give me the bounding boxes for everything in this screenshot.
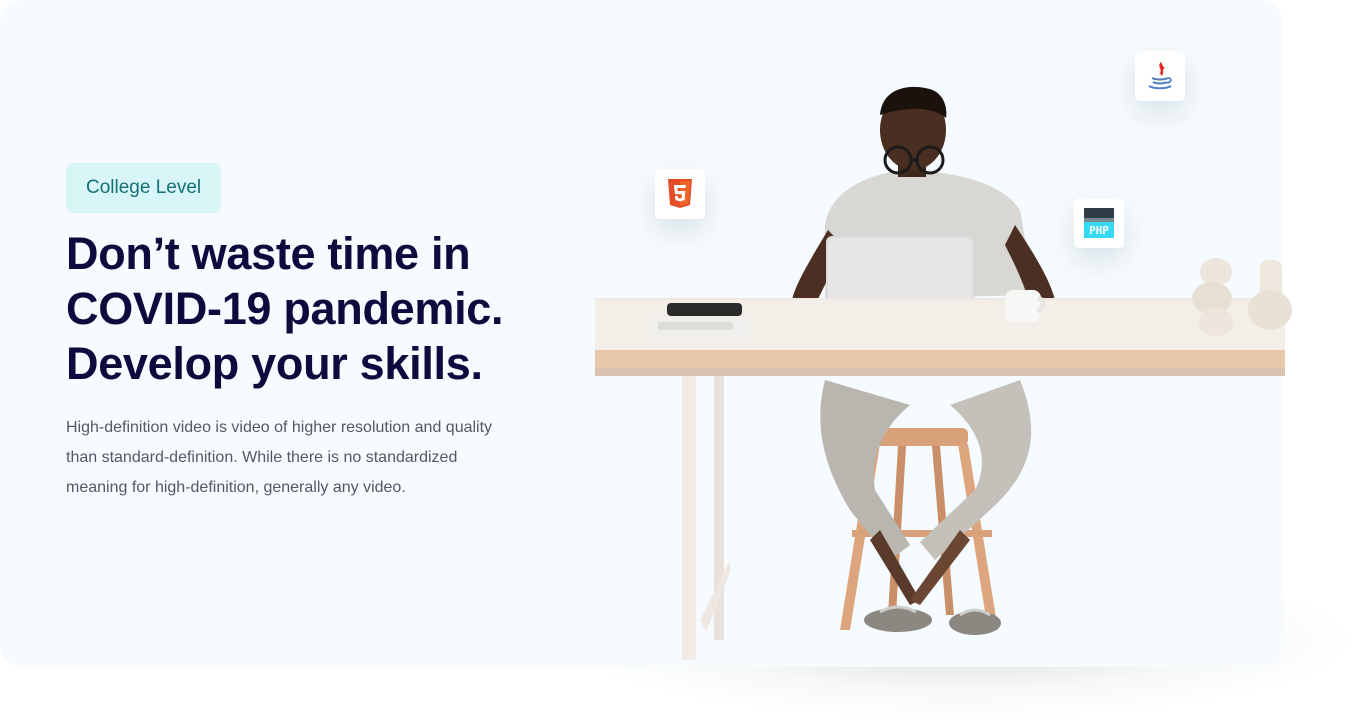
html5-card — [655, 169, 705, 219]
description-line: meaning for high-definition, generally a… — [66, 479, 406, 496]
hero-title-line: COVID-19 pandemic. — [66, 283, 504, 334]
description-line: than standard-definition. While there is… — [66, 449, 458, 466]
html5-icon — [668, 179, 692, 208]
hero-title-line: Don’t waste time in — [66, 228, 471, 279]
smartphone — [667, 303, 742, 316]
svg-text:PHP: PHP — [1089, 224, 1109, 237]
vase — [1200, 258, 1232, 286]
coffee-mug — [1005, 290, 1041, 322]
hero-description: High-definition video is video of higher… — [66, 413, 546, 503]
hero-title: Don’t waste time in COVID-19 pandemic. D… — [66, 226, 586, 391]
java-icon — [1148, 62, 1172, 90]
php-icon: PHP — [1084, 208, 1114, 238]
java-card — [1135, 51, 1185, 101]
student-at-desk-illustration — [595, 86, 1292, 660]
php-card: PHP — [1074, 198, 1124, 248]
level-badge: College Level — [66, 163, 222, 213]
description-line: High-definition video is video of higher… — [66, 419, 493, 436]
hero-title-line: Develop your skills. — [66, 338, 483, 389]
table-leg — [682, 370, 696, 660]
